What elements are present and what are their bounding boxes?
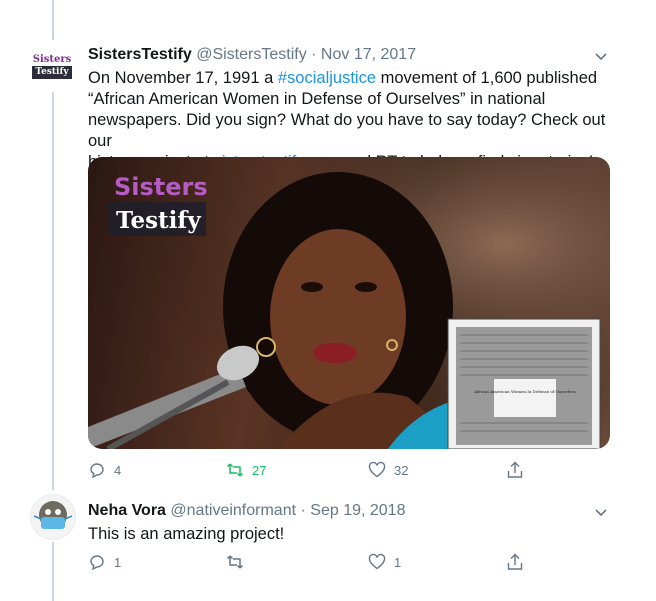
tweet-text-part: On November 17, 1991 a <box>88 69 278 87</box>
reply-button[interactable]: 4 <box>88 461 121 479</box>
like-icon <box>368 553 386 570</box>
author-handle[interactable]: @nativeinformant <box>170 502 296 519</box>
tweet-text-part: movement of 1,600 published <box>376 69 598 87</box>
thread-line-top <box>52 0 54 40</box>
newspaper-heading: African American Women In Defense of Our… <box>473 389 575 394</box>
chevron-down-icon[interactable] <box>594 50 608 64</box>
tweet-text-line: “African American Women in Defense of Ou… <box>88 90 546 108</box>
reply-count: 4 <box>114 462 122 478</box>
author-name[interactable]: SistersTestify <box>88 46 192 63</box>
tweet2-text: This is an amazing project! <box>88 525 285 543</box>
author-handle[interactable]: @SistersTestify <box>196 46 306 63</box>
like-icon <box>368 461 386 478</box>
retweet-icon <box>226 463 244 477</box>
like-count: 1 <box>394 554 402 570</box>
reply-button[interactable]: 1 <box>88 553 121 571</box>
avatar-image <box>33 501 73 529</box>
share-button[interactable] <box>506 461 524 479</box>
photo-illustration: Sisters Testify African American Women I… <box>88 157 610 449</box>
separator-dot: · <box>311 46 317 63</box>
retweet-button[interactable] <box>226 553 244 571</box>
retweet-button[interactable]: 27 <box>226 461 266 479</box>
like-count: 32 <box>394 462 409 478</box>
avatar-text-sisters: Sisters <box>32 53 72 65</box>
share-button[interactable] <box>506 553 524 571</box>
media-brand-line2: Testify <box>116 207 201 234</box>
thread-line-middle <box>52 92 54 490</box>
avatar-nehavora[interactable] <box>30 494 76 540</box>
retweet-count: 27 <box>252 462 267 478</box>
tweet1-header: SistersTestify @SistersTestify · Nov 17,… <box>88 46 416 64</box>
media-brand-line1: Sisters <box>114 173 208 201</box>
tweet-date[interactable]: Sep 19, 2018 <box>310 502 405 519</box>
like-button[interactable]: 32 <box>368 461 408 479</box>
tweet1-actions: 4 27 32 <box>88 461 528 481</box>
like-button[interactable]: 1 <box>368 553 401 571</box>
tweet-date[interactable]: Nov 17, 2017 <box>321 46 416 63</box>
tweet2-header: Neha Vora @nativeinformant · Sep 19, 201… <box>88 502 405 520</box>
hashtag-link[interactable]: #socialjustice <box>278 69 376 87</box>
thread-line-bottom <box>52 542 54 601</box>
avatar-text-testify: Testify <box>32 65 72 79</box>
share-icon <box>507 553 523 570</box>
reply-icon <box>90 463 104 479</box>
author-name[interactable]: Neha Vora <box>88 502 166 519</box>
tweet-text-line: newspapers. Did you sign? What do you ha… <box>88 111 606 150</box>
share-icon <box>507 461 523 478</box>
separator-dot: · <box>300 502 306 519</box>
tweet2-actions: 1 1 <box>88 553 528 573</box>
avatar-sisterstestify[interactable]: Sisters Testify <box>30 44 74 88</box>
chevron-down-icon[interactable] <box>594 506 608 520</box>
reply-icon <box>90 555 104 571</box>
retweet-icon <box>226 555 244 569</box>
tweet-media-image[interactable]: Sisters Testify African American Women I… <box>88 157 610 449</box>
reply-count: 1 <box>114 554 122 570</box>
